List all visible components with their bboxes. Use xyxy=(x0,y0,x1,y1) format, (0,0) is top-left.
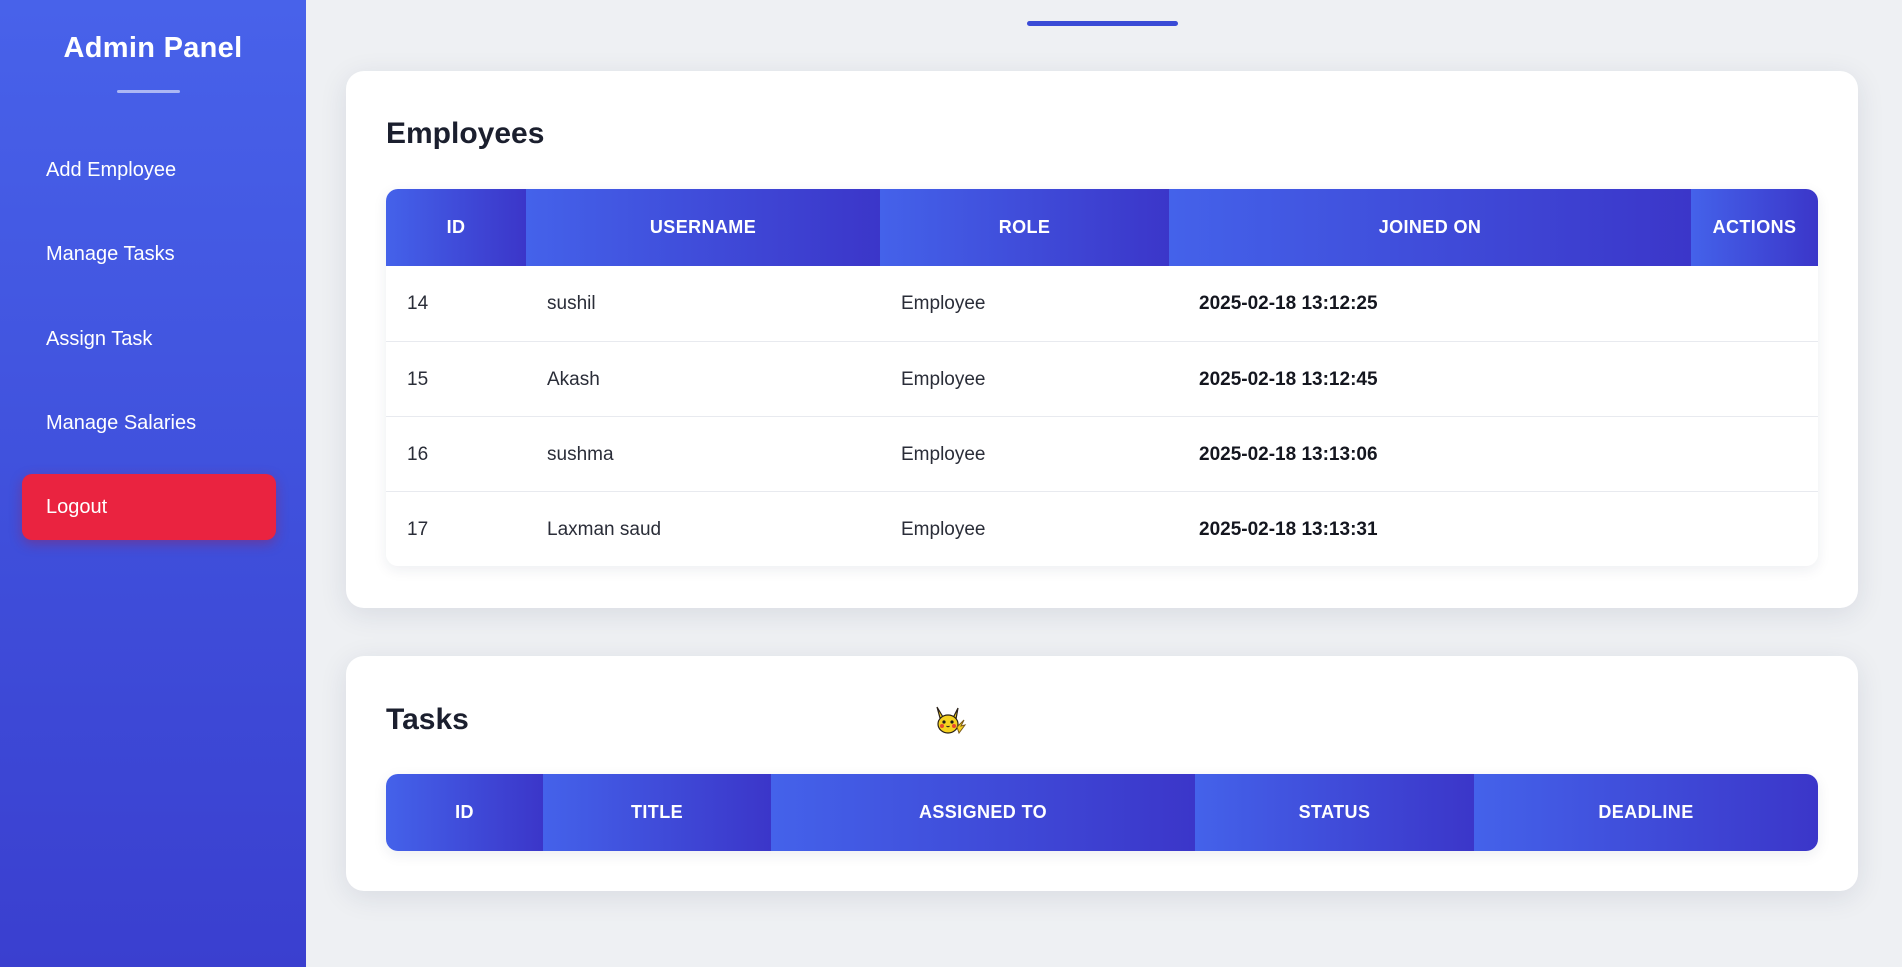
sidebar: Admin Panel Add Employee Manage Tasks As… xyxy=(0,0,306,967)
sidebar-item-label: Assign Task xyxy=(46,327,153,350)
cell-role: Employee xyxy=(901,368,986,390)
table-row[interactable]: 14 sushil Employee 2025-02-18 13:12:25 xyxy=(386,266,1818,341)
cell-role: Employee xyxy=(901,292,986,314)
employees-table-body: 14 sushil Employee 2025-02-18 13:12:25 1… xyxy=(386,266,1818,566)
column-header-id[interactable]: ID xyxy=(386,189,526,266)
column-header-actions[interactable]: ACTIONS xyxy=(1691,189,1818,266)
cell-username: Laxman saud xyxy=(547,518,662,540)
cell-joined-on: 2025-02-18 13:13:06 xyxy=(1199,443,1378,465)
column-header-role[interactable]: ROLE xyxy=(880,189,1169,266)
logout-button[interactable]: Logout xyxy=(22,474,276,540)
pikachu-icon xyxy=(936,706,967,735)
cell-username: Akash xyxy=(547,368,600,390)
column-header-status[interactable]: STATUS xyxy=(1195,774,1474,851)
column-header-joined-on[interactable]: JOINED ON xyxy=(1169,189,1691,266)
cell-actions xyxy=(1691,492,1818,566)
sidebar-title-divider xyxy=(117,90,180,93)
table-row[interactable]: 16 sushma Employee 2025-02-18 13:13:06 xyxy=(386,416,1818,491)
cell-actions xyxy=(1691,342,1818,417)
employees-table-header: ID USERNAME ROLE JOINED ON ACTIONS xyxy=(386,189,1818,266)
cell-joined-on: 2025-02-18 13:13:31 xyxy=(1199,518,1378,540)
sidebar-item-assign-task[interactable]: Assign Task xyxy=(22,306,276,372)
cell-username: sushil xyxy=(547,292,596,314)
employees-card: Employees ID USERNAME ROLE JOINED ON ACT… xyxy=(346,71,1858,608)
sidebar-item-manage-salaries[interactable]: Manage Salaries xyxy=(22,390,276,456)
cell-id: 15 xyxy=(407,368,429,390)
table-row[interactable]: 17 Laxman saud Employee 2025-02-18 13:13… xyxy=(386,491,1818,566)
logout-button-label: Logout xyxy=(46,495,108,518)
cell-joined-on: 2025-02-18 13:12:45 xyxy=(1199,368,1378,390)
sidebar-item-add-employee[interactable]: Add Employee xyxy=(22,137,276,203)
tasks-table: ID TITLE ASSIGNED TO STATUS DEADLINE xyxy=(386,774,1818,851)
cell-actions xyxy=(1691,417,1818,492)
table-row[interactable]: 15 Akash Employee 2025-02-18 13:12:45 xyxy=(386,341,1818,416)
top-indicator-bar xyxy=(1027,21,1178,26)
tasks-title: Tasks xyxy=(386,703,469,736)
sidebar-title: Admin Panel xyxy=(63,32,243,64)
cell-id: 16 xyxy=(407,443,429,465)
cell-id: 17 xyxy=(407,518,429,540)
column-header-deadline[interactable]: DEADLINE xyxy=(1474,774,1818,851)
cell-role: Employee xyxy=(901,443,986,465)
cell-username: sushma xyxy=(547,443,614,465)
sidebar-item-label: Add Employee xyxy=(46,158,177,181)
employees-title: Employees xyxy=(386,117,545,150)
sidebar-item-manage-tasks[interactable]: Manage Tasks xyxy=(22,221,276,287)
cell-joined-on: 2025-02-18 13:12:25 xyxy=(1199,292,1378,314)
column-header-username[interactable]: USERNAME xyxy=(526,189,880,266)
column-header-title[interactable]: TITLE xyxy=(543,774,771,851)
tasks-table-header: ID TITLE ASSIGNED TO STATUS DEADLINE xyxy=(386,774,1818,851)
column-header-id[interactable]: ID xyxy=(386,774,543,851)
employees-table: ID USERNAME ROLE JOINED ON ACTIONS 14 su… xyxy=(386,189,1818,566)
sidebar-item-label: Manage Tasks xyxy=(46,242,175,265)
cell-actions xyxy=(1691,266,1818,341)
column-header-assigned-to[interactable]: ASSIGNED TO xyxy=(771,774,1195,851)
tasks-card: Tasks ID TITLE ASSIGNED TO STATUS DEADLI… xyxy=(346,656,1858,891)
sidebar-item-label: Manage Salaries xyxy=(46,411,197,434)
cell-id: 14 xyxy=(407,292,429,314)
cell-role: Employee xyxy=(901,518,986,540)
main-content: Employees ID USERNAME ROLE JOINED ON ACT… xyxy=(306,0,1902,967)
